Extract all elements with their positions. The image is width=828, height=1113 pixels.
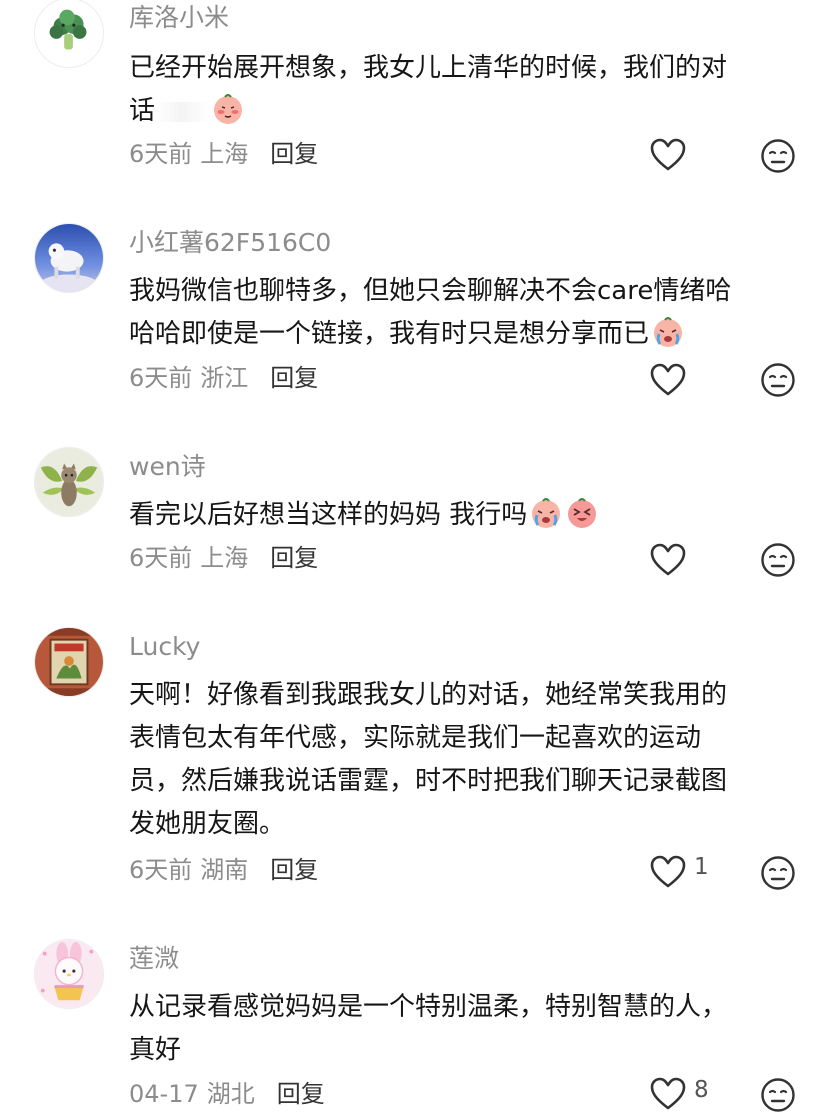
dislike-button[interactable] [760, 362, 796, 398]
heart-outline-icon [650, 138, 686, 171]
cat-fairy-icon [35, 448, 103, 516]
heart-outline-icon [650, 855, 686, 888]
reply-button[interactable]: 回复 [270, 140, 318, 168]
poster-icon [35, 628, 103, 696]
comment-text-line: 天啊！好像看到我跟我女儿的对话，她经常笑我用的 [129, 680, 728, 710]
comment-time: 04-17 [129, 1080, 199, 1108]
heart-outline-icon [650, 363, 686, 396]
avatar[interactable] [34, 0, 104, 68]
reply-button[interactable]: 回复 [270, 856, 318, 884]
dislike-button[interactable] [760, 1077, 796, 1113]
avatar[interactable] [34, 223, 104, 293]
comment-text-line: 看完以后好想当这样的妈妈 我行吗 [129, 500, 528, 530]
comment-location: 湖南 [200, 856, 249, 884]
username[interactable]: 莲溦 [129, 944, 179, 974]
comment-text-line: 已经开始展开想象，我女儿上清华的时候，我们的对 [129, 53, 728, 83]
comment-text: 从记录看感觉妈妈是一个特别温柔，特别智慧的人， 真好 [129, 986, 794, 1072]
username[interactable]: 小红薯62F516C0 [129, 228, 331, 258]
comment-time: 6天前 [129, 544, 193, 572]
comment-meta: 6天前 浙江 回复 [129, 361, 318, 395]
comment-time: 6天前 [129, 364, 193, 392]
comment-text-line: 哈哈即使是一个链接，我有时只是想分享而已 [129, 319, 650, 349]
like-button[interactable]: 1 [650, 854, 709, 890]
meh-face-icon [761, 1078, 795, 1112]
username[interactable]: wen诗 [129, 452, 206, 482]
comment-location: 湖北 [206, 1080, 255, 1108]
meh-face-icon [761, 363, 795, 397]
robot-dog-icon [35, 224, 103, 292]
dislike-button[interactable] [760, 542, 796, 578]
comment-text-line: 员，然后嫌我说话雷霆，时不时把我们聊天记录截图 [129, 766, 728, 796]
meh-face-icon [761, 139, 795, 173]
like-button[interactable] [650, 137, 694, 173]
comment-meta: 6天前 上海 回复 [129, 137, 318, 171]
blush-emoji [211, 92, 245, 126]
comment-meta: 6天前 上海 回复 [129, 541, 318, 575]
crying-emoji [651, 315, 685, 349]
avatar[interactable] [34, 939, 104, 1009]
excited-emoji [565, 496, 599, 530]
avatar[interactable] [34, 447, 104, 517]
comment-meta: 6天前 湖南 回复 [129, 853, 318, 887]
like-count: 8 [694, 1077, 709, 1103]
like-count: 1 [694, 854, 709, 880]
username[interactable]: 库洛小米 [129, 3, 229, 33]
reply-button[interactable]: 回复 [270, 544, 318, 572]
meh-face-icon [761, 543, 795, 577]
comment-text-line: 发她朋友圈。 [129, 809, 286, 839]
comment-text: 已经开始展开想象，我女儿上清华的时候，我们的对 话 [129, 47, 794, 133]
reply-button[interactable]: 回复 [270, 364, 318, 392]
melody-icon [35, 940, 103, 1008]
like-button[interactable]: 8 [650, 1076, 709, 1112]
comment-text-line: 话 [129, 96, 156, 126]
comment-time: 6天前 [129, 140, 193, 168]
comment-location: 浙江 [200, 364, 249, 392]
comment-text-line: 从记录看感觉妈妈是一个特别温柔，特别智慧的人， [129, 992, 728, 1022]
meh-face-icon [761, 856, 795, 890]
dislike-button[interactable] [760, 855, 796, 891]
comment-location: 上海 [200, 140, 249, 168]
avatar[interactable] [34, 627, 104, 697]
comment-text-line: 表情包太有年代感，实际就是我们一起喜欢的运动 [129, 723, 702, 753]
comment-time: 6天前 [129, 856, 193, 884]
heart-outline-icon [650, 543, 686, 576]
comment-text: 看完以后好想当这样的妈妈 我行吗 [129, 494, 794, 537]
comment-meta: 04-17 湖北 回复 [129, 1077, 325, 1111]
comment-text: 我妈微信也聊特多，但她只会聊解决不会care情绪哈 哈哈即使是一个链接，我有时只… [129, 270, 794, 356]
username[interactable]: Lucky [129, 632, 200, 662]
comment-text-line: 我妈微信也聊特多，但她只会聊解决不会care情绪哈 [129, 276, 732, 306]
broccoli-icon [35, 0, 103, 67]
heart-outline-icon [650, 1077, 686, 1110]
comment-location: 上海 [200, 544, 249, 572]
blurred-gap [155, 101, 210, 122]
crying-emoji [529, 496, 563, 530]
like-button[interactable] [650, 542, 694, 578]
dislike-button[interactable] [760, 138, 796, 174]
comment-text-line: 真好 [129, 1035, 182, 1065]
comment-text: 天啊！好像看到我跟我女儿的对话，她经常笑我用的 表情包太有年代感，实际就是我们一… [129, 674, 794, 846]
like-button[interactable] [650, 362, 694, 398]
reply-button[interactable]: 回复 [277, 1080, 325, 1108]
